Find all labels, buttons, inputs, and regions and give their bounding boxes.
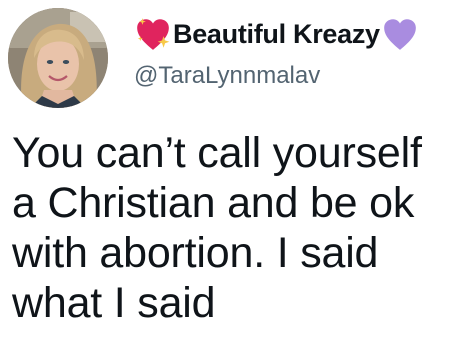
author-handle[interactable]: @TaraLynnmalav — [134, 62, 467, 90]
tweet-header: Beautiful Kreazy @TaraLynnmalav — [134, 12, 467, 90]
purple-heart-icon — [383, 19, 416, 50]
author-name-row[interactable]: Beautiful Kreazy — [134, 12, 467, 56]
avatar[interactable] — [8, 8, 108, 108]
author-display-name[interactable]: Beautiful Kreazy — [173, 19, 380, 50]
tweet-text-line: what I said — [12, 279, 216, 327]
avatar-photo — [8, 8, 108, 108]
tweet-text: You can’t call yourself a Christian and … — [12, 128, 470, 328]
tweet-text-line: with abortion. I said — [12, 229, 379, 277]
sparkling-heart-icon — [137, 18, 170, 50]
tweet-text-line: You can’t call yourself — [12, 129, 422, 177]
tweet-text-line: a Christian and be ok — [12, 179, 415, 227]
